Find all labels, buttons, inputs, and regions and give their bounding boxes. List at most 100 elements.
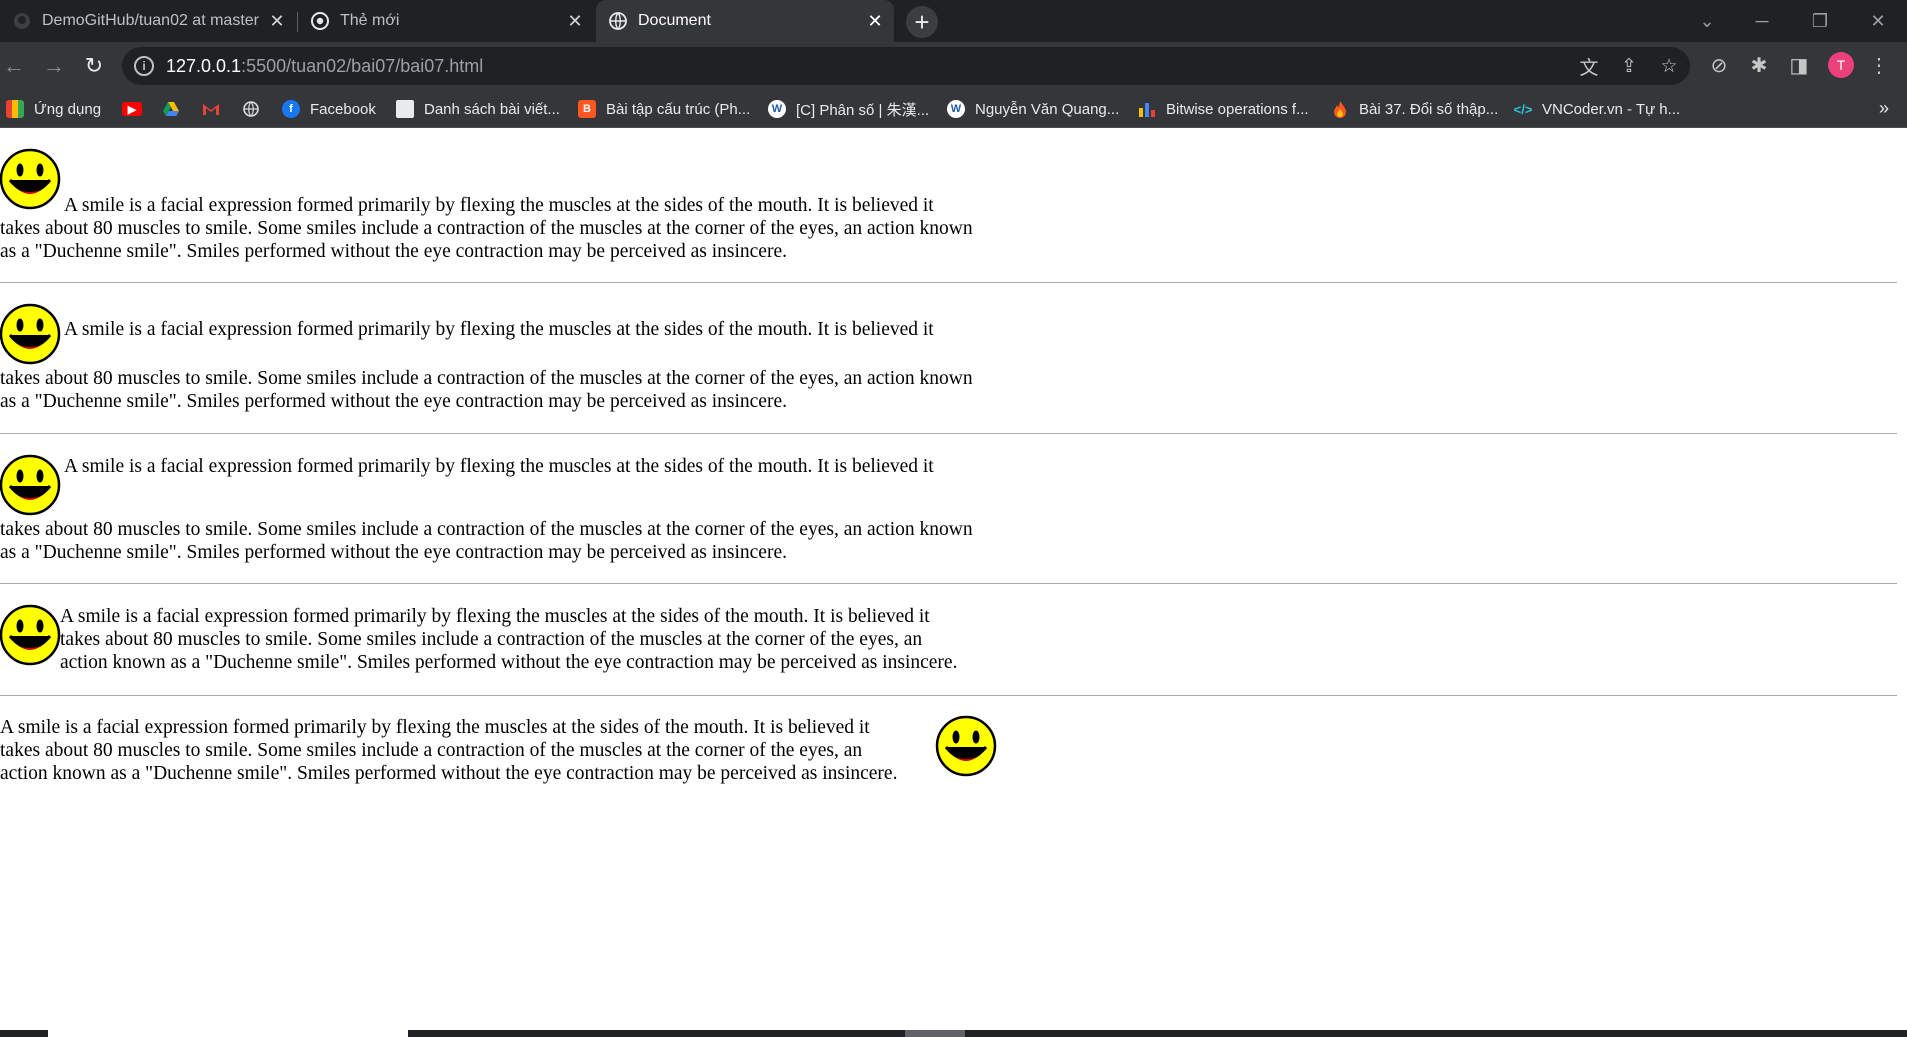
tab-title: Thẻ mới (340, 12, 400, 29)
tab-strip: DemoGitHub/tuan02 at master · ✕ Thẻ mới … (0, 0, 1907, 42)
horizontal-rule (0, 583, 1897, 584)
facebook-icon: f (282, 100, 300, 118)
url-host: 127.0.0.1 (166, 56, 242, 76)
bookmarks-overflow-icon[interactable]: » (1879, 98, 1889, 119)
smiley-face-image (0, 604, 61, 666)
google-drive-icon (163, 102, 179, 116)
paragraph-line: takes about 80 muscles to smile. Some sm… (0, 368, 973, 389)
youtube-icon: ▶ (122, 102, 142, 116)
tab-search-icon[interactable]: ⌄ (1682, 0, 1732, 42)
bar-chart-icon (1139, 103, 1155, 117)
taskbar-item (48, 1030, 408, 1037)
smiley-face-image (0, 454, 61, 516)
restore-icon[interactable]: ❐ (1795, 0, 1845, 42)
page-content: A smile is a facial expression formed pr… (0, 129, 1907, 1028)
bookmark-phan-so[interactable]: W [C] Phân số | 朱漢... (768, 98, 929, 120)
flame-icon (1334, 101, 1346, 118)
bookmark-nguyen-van-quang[interactable]: W Nguyễn Văn Quang... (947, 98, 1119, 120)
forward-arrow-icon[interactable]: → (36, 48, 72, 84)
bookmark-google-drive[interactable] (162, 98, 180, 120)
menu-kebab-icon[interactable]: ⋮ (1866, 52, 1892, 78)
bookmark-vncoder[interactable]: </> VNCoder.vn - Tự h... (1513, 98, 1681, 120)
wordpress-icon: W (768, 100, 786, 118)
apps-grid-icon (6, 100, 24, 118)
close-tab-icon[interactable]: ✕ (862, 8, 888, 34)
url-text[interactable]: 127.0.0.1:5500/tuan02/bai07/bai07.html (166, 56, 483, 77)
bookmark-label: [C] Phân số | 朱漢... (796, 101, 930, 119)
github-icon (14, 13, 30, 29)
side-panel-icon[interactable]: ◨ (1786, 52, 1812, 78)
taskbar-item (905, 1030, 965, 1037)
paragraph-line: takes about 80 muscles to smile. Some sm… (0, 218, 973, 239)
bookmark-bai-tap-cau-truc[interactable]: B Bài tập cấu trúc (Ph... (578, 98, 750, 120)
paragraph-line: takes about 80 muscles to smile. Some sm… (0, 519, 973, 540)
bookmark-youtube[interactable]: ▶ (122, 98, 142, 120)
bookmarks-bar: Ứng dụng ▶ f Facebook Danh sách bài viết… (0, 90, 1907, 128)
paragraph-line: as a "Duchenne smile". Smiles performed … (0, 391, 787, 412)
code-icon: </> (1513, 101, 1533, 117)
tab-github[interactable]: DemoGitHub/tuan02 at master · ✕ (0, 0, 296, 42)
share-icon[interactable]: ⇪ (1616, 54, 1642, 78)
new-tab-button[interactable]: + (906, 6, 938, 38)
tab-document[interactable]: Document ✕ (596, 0, 894, 42)
paragraph-line: A smile is a facial expression formed pr… (64, 319, 934, 340)
profile-avatar[interactable]: T (1828, 52, 1854, 78)
document-icon (396, 100, 414, 118)
gmail-icon (203, 104, 219, 115)
compass-extension-icon[interactable]: ⊘ (1706, 52, 1732, 78)
paragraph-line: takes about 80 muscles to smile. Some sm… (0, 740, 863, 761)
bookmark-gmail[interactable] (202, 98, 220, 120)
tab-new[interactable]: Thẻ mới ✕ (298, 0, 594, 42)
bookmark-label: Bài tập cấu trúc (Ph... (606, 100, 751, 118)
bookmark-globe[interactable] (242, 98, 260, 120)
browser-toolbar: ← → ↻ i 127.0.0.1:5500/tuan02/bai07/bai0… (0, 42, 1907, 90)
globe-icon (609, 12, 627, 30)
tab-title: Document (638, 12, 711, 29)
tab-title: DemoGitHub/tuan02 at master · (42, 12, 264, 29)
translate-icon[interactable]: 文 (1576, 54, 1602, 79)
bookmark-danh-sach[interactable]: Danh sách bài viết... (396, 98, 560, 120)
bookmark-label: Facebook (310, 100, 376, 118)
bookmark-label: Bitwise operations f... (1166, 100, 1309, 118)
bookmark-label: VNCoder.vn - Tự h... (1542, 100, 1681, 118)
smiley-face-image (0, 303, 61, 365)
blogger-icon: B (578, 100, 596, 118)
paragraph-line: A smile is a facial expression formed pr… (0, 717, 870, 738)
extensions-puzzle-icon[interactable]: ✱ (1746, 52, 1772, 78)
paragraph-line: takes about 80 muscles to smile. Some sm… (60, 629, 923, 650)
reload-icon[interactable]: ↻ (76, 48, 112, 84)
taskbar-edge (0, 1030, 1907, 1037)
globe-icon (243, 101, 259, 117)
paragraph-line: A smile is a facial expression formed pr… (60, 606, 930, 627)
chrome-icon (311, 12, 329, 30)
site-info-icon[interactable]: i (134, 56, 154, 76)
address-bar[interactable]: i 127.0.0.1:5500/tuan02/bai07/bai07.html… (122, 47, 1690, 85)
paragraph-line: action known as a "Duchenne smile". Smil… (60, 652, 958, 673)
close-tab-icon[interactable]: ✕ (264, 8, 290, 34)
minimize-icon[interactable]: ─ (1737, 0, 1787, 42)
paragraph-line: A smile is a facial expression formed pr… (64, 456, 934, 477)
bookmark-bai-37[interactable]: Bài 37. Đổi số thập... (1331, 98, 1498, 120)
bookmark-facebook[interactable]: f Facebook (282, 98, 376, 120)
bookmark-label: Ứng dụng (34, 100, 102, 118)
bookmark-label: Nguyễn Văn Quang... (975, 100, 1120, 118)
url-path: :5500/tuan02/bai07/bai07.html (241, 56, 484, 76)
bookmark-apps[interactable]: Ứng dụng (6, 98, 101, 120)
smiley-face-image (0, 148, 61, 210)
smiley-face-image (935, 715, 997, 777)
bookmark-star-icon[interactable]: ☆ (1656, 54, 1682, 78)
bookmark-label: Danh sách bài viết... (424, 100, 560, 118)
close-window-icon[interactable]: ✕ (1853, 0, 1903, 42)
wordpress-icon: W (947, 100, 965, 118)
paragraph-line: action known as a "Duchenne smile". Smil… (0, 763, 898, 784)
paragraph-line: A smile is a facial expression formed pr… (64, 195, 934, 216)
horizontal-rule (0, 433, 1897, 434)
bookmark-bitwise[interactable]: Bitwise operations f... (1138, 98, 1309, 120)
horizontal-rule (0, 282, 1897, 283)
paragraph-line: as a "Duchenne smile". Smiles performed … (0, 241, 787, 262)
back-arrow-icon[interactable]: ← (0, 48, 32, 84)
bookmark-label: Bài 37. Đổi số thập... (1359, 100, 1499, 118)
paragraph-line: as a "Duchenne smile". Smiles performed … (0, 542, 787, 563)
close-tab-icon[interactable]: ✕ (562, 8, 588, 34)
horizontal-rule (0, 695, 1897, 696)
